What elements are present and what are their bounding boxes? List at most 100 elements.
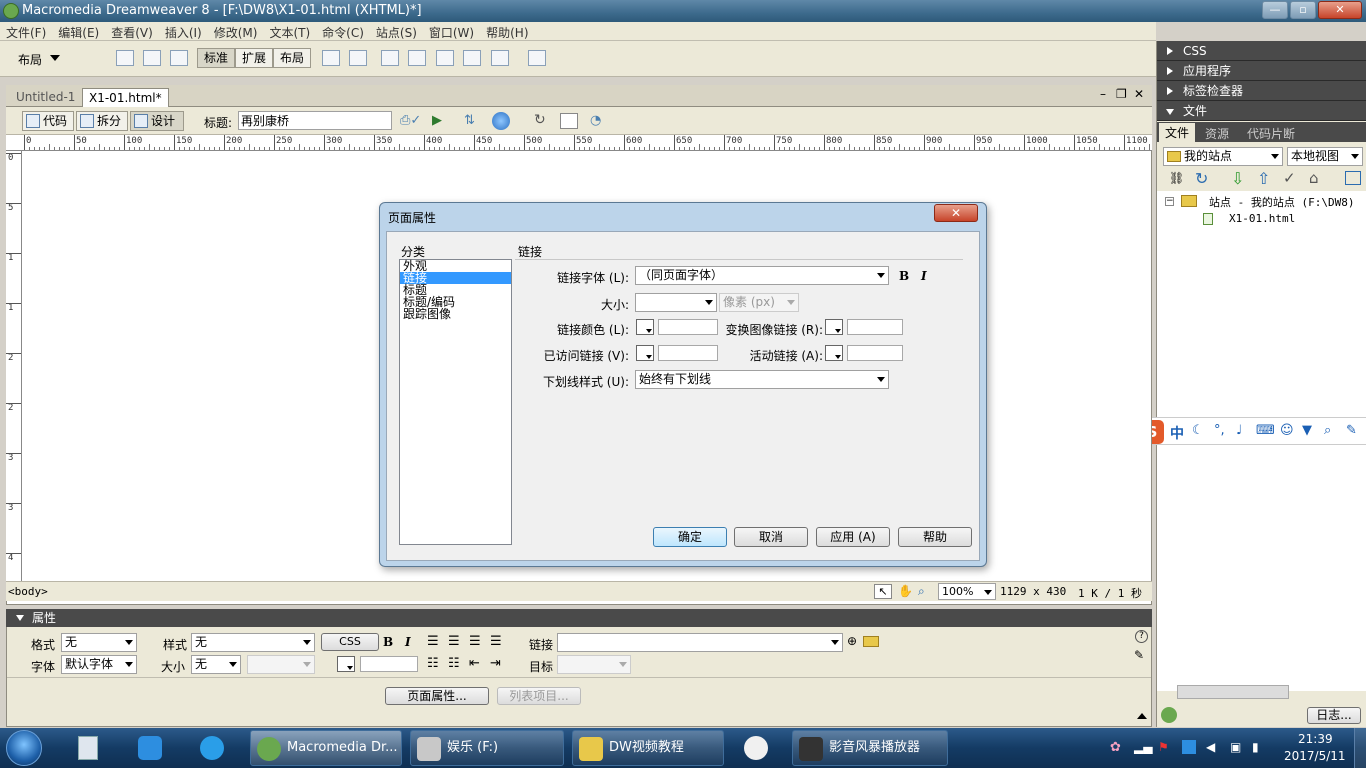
visual-aids-icon[interactable]: ◔ <box>590 113 610 129</box>
mode-layout-button[interactable]: 布局 <box>273 48 311 68</box>
point-to-file-icon[interactable]: ⊕ <box>847 634 857 648</box>
expand-panel-icon[interactable] <box>1345 171 1361 185</box>
category-tracing-image[interactable]: 跟踪图像 <box>400 308 511 320</box>
put-files-icon[interactable]: ⇧ <box>1257 169 1270 188</box>
get-files-icon[interactable]: ⇩ <box>1231 169 1244 188</box>
visited-color-swatch[interactable] <box>636 345 654 361</box>
tray-flower-icon[interactable]: ✿ <box>1110 740 1124 755</box>
align-left-icon[interactable]: ☰ <box>427 634 439 649</box>
minimize-button[interactable]: — <box>1262 1 1288 19</box>
outdent-icon[interactable]: ⇤ <box>469 656 480 671</box>
align-right-icon[interactable]: ☰ <box>469 634 481 649</box>
size-select[interactable]: 无 <box>191 655 241 674</box>
tree-file-x1-01[interactable]: X1-01.html <box>1229 212 1295 225</box>
italic-button[interactable]: I <box>405 635 411 649</box>
tag-selector[interactable]: <body> <box>8 585 48 598</box>
link-size-select[interactable] <box>635 293 717 312</box>
css-panel-header[interactable]: CSS <box>1157 41 1366 61</box>
maximize-button[interactable]: ▫ <box>1290 1 1316 19</box>
close-button[interactable]: ✕ <box>1318 1 1362 19</box>
bold-button[interactable]: B <box>383 635 393 649</box>
site-select[interactable]: 我的站点 <box>1163 147 1283 166</box>
text-color-input[interactable] <box>360 656 418 672</box>
clock-date[interactable]: 2017/5/11 <box>1284 749 1346 763</box>
tray-battery-icon[interactable]: ▮ <box>1252 740 1266 754</box>
tray-network-icon[interactable]: ▣ <box>1230 740 1244 754</box>
frames-menu-icon[interactable] <box>491 50 509 66</box>
tray-signal-icon[interactable]: ▂▄ <box>1134 740 1152 754</box>
mode-standard-button[interactable]: 标准 <box>197 48 235 68</box>
doc-close-icon[interactable]: ✕ <box>1134 87 1144 101</box>
file-management-icon[interactable]: ⇅ <box>464 113 488 129</box>
indent-icon[interactable]: ⇥ <box>490 656 501 671</box>
browser-launch-icon[interactable] <box>192 732 232 764</box>
start-button[interactable] <box>6 730 42 766</box>
dialog-close-button[interactable]: ✕ <box>934 204 978 222</box>
view-select[interactable]: 本地视图 <box>1287 147 1363 166</box>
ordered-list-icon[interactable]: ☷ <box>448 656 460 671</box>
tag-inspector-panel-header[interactable]: 标签检查器 <box>1157 81 1366 101</box>
insert-column-icon[interactable] <box>408 50 426 66</box>
player-launch-icon[interactable] <box>736 732 776 764</box>
help-icon[interactable]: ? <box>1135 630 1148 643</box>
ime-skin-icon[interactable]: ▼ <box>1302 423 1312 438</box>
ime-wrench-icon[interactable]: ✎ <box>1346 423 1357 438</box>
link-bold-button[interactable]: B <box>899 269 909 283</box>
calculator-launch-icon[interactable] <box>68 732 108 764</box>
frame-icon[interactable] <box>170 50 188 66</box>
refresh-icon[interactable]: ↻ <box>1195 169 1208 188</box>
files-panel-header[interactable]: 文件 <box>1157 101 1366 121</box>
text-color-swatch[interactable] <box>337 656 355 672</box>
help-button[interactable]: 帮助 <box>898 527 972 547</box>
style-select[interactable]: 无 <box>191 633 315 652</box>
show-desktop-button[interactable] <box>1354 728 1366 768</box>
font-select[interactable]: 默认字体 <box>61 655 137 674</box>
format-select[interactable]: 无 <box>61 633 137 652</box>
tray-app-icon[interactable] <box>1182 740 1196 754</box>
link-color-swatch[interactable] <box>636 319 654 335</box>
active-color-input[interactable] <box>847 345 903 361</box>
menu-edit[interactable]: 编辑(E) <box>52 22 105 41</box>
layer-icon[interactable] <box>143 50 161 66</box>
link-italic-button[interactable]: I <box>921 269 927 283</box>
table-icon[interactable] <box>116 50 134 66</box>
quick-tag-editor-icon[interactable]: ✎ <box>1134 648 1144 662</box>
insert-row-icon[interactable] <box>381 50 399 66</box>
ime-punct-icon[interactable]: °, <box>1214 423 1225 438</box>
link-input[interactable] <box>557 633 843 652</box>
menu-modify[interactable]: 修改(M) <box>208 22 264 41</box>
ime-user-icon[interactable]: ☺ <box>1280 423 1294 438</box>
properties-panel-header[interactable]: 属性 <box>6 609 1152 627</box>
tree-root[interactable]: 站点 - 我的站点 (F:\DW8) <box>1209 194 1354 210</box>
underline-style-select[interactable]: 始终有下划线 <box>635 370 889 389</box>
ok-button[interactable]: 确定 <box>653 527 727 547</box>
check-out-icon[interactable]: ✓ <box>1283 169 1296 187</box>
log-button[interactable]: 日志... <box>1307 707 1361 724</box>
no-browser-check-icon[interactable]: ⎙✓ <box>400 113 424 129</box>
draw-layout-cell-icon[interactable] <box>349 50 367 66</box>
clock-time[interactable]: 21:39 <box>1298 732 1333 746</box>
qq-launch-icon[interactable] <box>130 732 170 764</box>
task-dw-videos[interactable]: DW视频教程 <box>572 730 724 766</box>
tab-snippets[interactable]: 代码片断 <box>1247 125 1295 142</box>
unordered-list-icon[interactable]: ☷ <box>427 656 439 671</box>
collapse-props-icon[interactable] <box>1137 713 1147 719</box>
connect-icon[interactable]: ⛓ <box>1169 171 1185 187</box>
visited-color-input[interactable] <box>658 345 718 361</box>
rollover-color-input[interactable] <box>847 319 903 335</box>
ime-chinese-toggle[interactable]: 中 <box>1170 423 1184 443</box>
title-input[interactable] <box>238 111 392 130</box>
cancel-button[interactable]: 取消 <box>734 527 808 547</box>
task-dreamweaver[interactable]: Macromedia Dr... <box>250 730 402 766</box>
menu-text[interactable]: 文本(T) <box>263 22 316 41</box>
tab-assets[interactable]: 资源 <box>1205 125 1229 142</box>
menu-help[interactable]: 帮助(H) <box>480 22 534 41</box>
page-properties-button[interactable]: 页面属性... <box>385 687 489 705</box>
split-view-button[interactable]: 拆分 <box>76 111 128 131</box>
link-color-input[interactable] <box>658 319 718 335</box>
zoom-tool-icon[interactable]: ⌕ <box>918 584 925 599</box>
tabular-data-icon[interactable] <box>528 50 546 66</box>
tab-x1-01[interactable]: X1-01.html* <box>82 88 169 107</box>
tab-untitled-1[interactable]: Untitled-1 <box>10 88 81 107</box>
link-font-select[interactable]: （同页面字体） <box>635 266 889 285</box>
